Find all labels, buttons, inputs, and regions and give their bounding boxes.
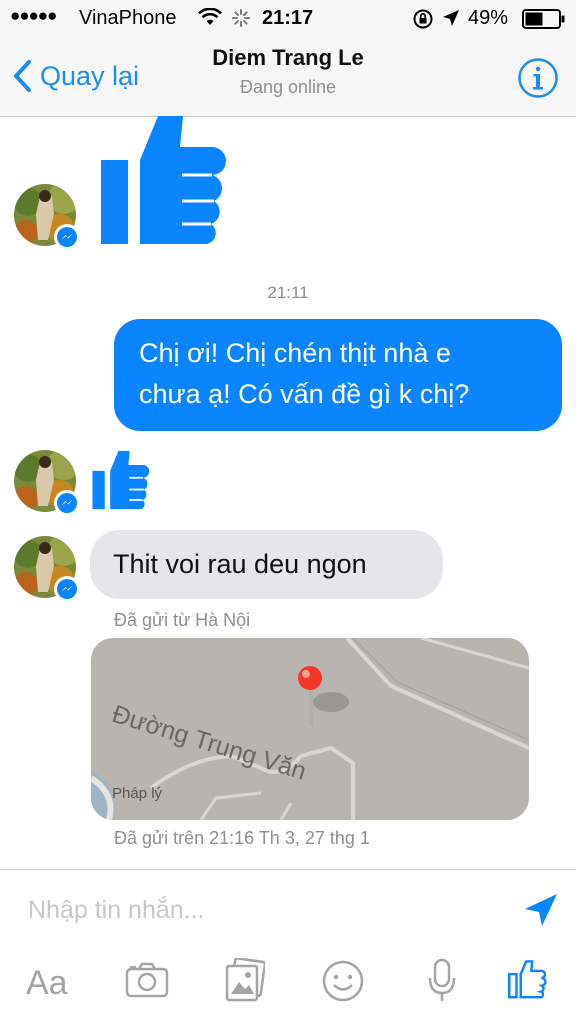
messenger-badge-icon: [54, 224, 80, 250]
camera-icon: [125, 962, 169, 998]
map-legal-link[interactable]: Pháp lý: [112, 785, 162, 802]
presence-status: Đang online: [239, 77, 337, 97]
sent-message-line-1: Chị ơi! Chị chén thịt nhà e: [139, 338, 451, 368]
sent-message-bubble[interactable]: Chị ơi! Chị chén thịt nhà e chưa ạ! Có v…: [114, 319, 562, 431]
carrier-name: VinaPhone: [79, 7, 177, 29]
received-message-text: Thit voi rau deu ngon: [113, 549, 367, 579]
status-bar: ●●●●● VinaPhone 21:17 49%: [0, 0, 576, 38]
send-icon: [525, 894, 557, 926]
location-map[interactable]: Đường Trung Văn Pháp lý: [91, 638, 529, 820]
signal-strength: ●●●●●: [10, 6, 57, 25]
clock: 21:17: [262, 7, 314, 29]
sent-from-location: Đã gửi từ Hà Nội: [114, 610, 251, 630]
emoji-button[interactable]: [322, 960, 364, 1007]
info-icon: [518, 58, 558, 98]
like-sticker-large: [100, 116, 232, 249]
message-input[interactable]: Nhập tin nhắn...: [28, 896, 205, 925]
map-sent-time: Đã gửi trên 21:16 Th 3, 27 thg 1: [114, 828, 370, 848]
camera-button[interactable]: [125, 962, 169, 1003]
microphone-button[interactable]: [427, 958, 457, 1009]
send-button[interactable]: [523, 892, 559, 933]
photos-icon: [225, 957, 267, 1002]
location-arrow-icon: [442, 9, 460, 33]
message-composer: Nhập tin nhắn... Aa: [0, 869, 576, 1025]
messenger-badge-icon: [54, 576, 80, 602]
navigation-bar: Quay lại Diem Trang Le Đang online: [0, 38, 576, 117]
thumbs-up-icon: [508, 960, 547, 999]
battery-percent: 49%: [468, 7, 509, 29]
like-sticker-small: [92, 449, 152, 516]
like-button[interactable]: [508, 958, 548, 1005]
contact-name[interactable]: Diem Trang Le: [0, 45, 576, 71]
thumbs-up-icon: [92, 450, 150, 510]
contact-avatar[interactable]: [14, 184, 80, 250]
message-timestamp: 21:11: [267, 283, 309, 302]
messenger-badge-icon: [54, 490, 80, 516]
rotation-lock-icon: [412, 8, 434, 36]
contact-avatar[interactable]: [14, 536, 80, 602]
wifi-icon: [198, 7, 222, 32]
contact-avatar[interactable]: [14, 450, 80, 516]
text-format-button[interactable]: Aa: [26, 964, 68, 1003]
info-button[interactable]: [517, 57, 559, 104]
sent-message-line-2: chưa ạ! Có vấn đề gì k chị?: [139, 379, 470, 409]
emoji-icon: [322, 960, 364, 1002]
microphone-icon: [428, 958, 456, 1001]
photos-button[interactable]: [225, 957, 267, 1007]
battery-icon: [522, 9, 566, 35]
received-message-bubble[interactable]: Thit voi rau deu ngon: [90, 530, 443, 599]
thumbs-up-icon: [101, 116, 226, 244]
activity-spinner-icon: [232, 9, 250, 33]
